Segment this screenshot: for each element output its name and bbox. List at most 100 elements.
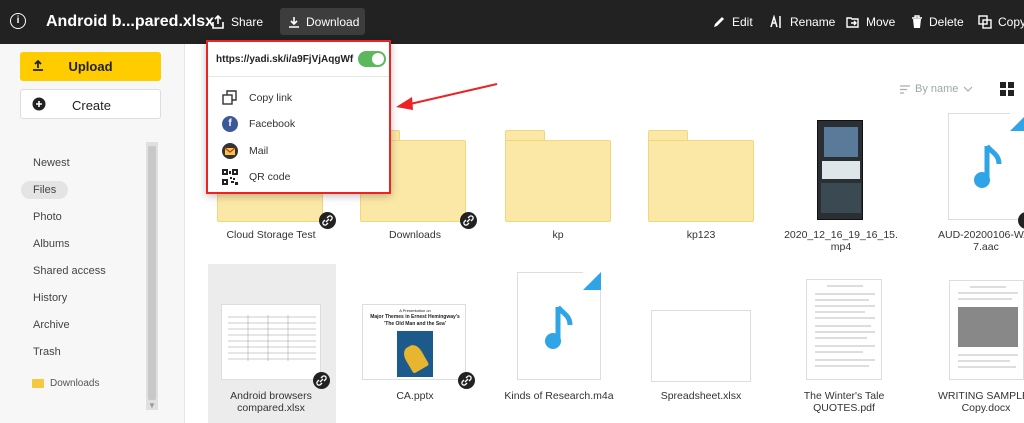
copy-button[interactable]: Copy	[978, 8, 1024, 35]
file-tile[interactable]: kp	[495, 229, 621, 241]
spreadsheet-preview	[228, 315, 316, 361]
sort-icon	[900, 84, 910, 94]
qr-code-icon	[222, 169, 238, 185]
scroll-down-icon[interactable]: ▼	[148, 401, 156, 410]
public-link-toggle[interactable]	[358, 51, 386, 67]
sidebar-item-label: Newest	[33, 157, 70, 169]
trash-icon	[912, 14, 922, 28]
sidebar-item-label: Albums	[33, 238, 70, 250]
file-corner	[583, 272, 601, 290]
file-tile[interactable]: The Winter's Tale QUOTES.pdf	[781, 390, 907, 414]
delete-button[interactable]: Delete	[911, 8, 964, 35]
sidebar: Upload Create Newest Files Photo Albums …	[0, 44, 185, 423]
file-tile[interactable]: 2020_12_16_19_16_15. mp4	[778, 229, 904, 253]
music-note-icon	[545, 305, 573, 349]
sidebar-item-trash[interactable]: Trash	[20, 339, 145, 366]
doc-thumbnail[interactable]	[949, 280, 1024, 380]
pencil-icon	[714, 16, 724, 27]
sidebar-item-label: History	[33, 292, 68, 304]
sidebar-item-label: Photo	[33, 211, 62, 223]
download-button[interactable]: Download	[280, 8, 365, 35]
sidebar-folder-downloads[interactable]: Downloads	[32, 378, 99, 389]
facebook-icon: f	[222, 116, 238, 132]
rename-label: Rename	[790, 14, 836, 29]
audio-thumbnail[interactable]	[948, 113, 1024, 220]
sidebar-item-shared-access[interactable]: Shared access	[20, 258, 145, 285]
pdf-thumbnail[interactable]	[806, 279, 882, 380]
create-button[interactable]: Create	[20, 89, 161, 119]
sidebar-item-label: Shared access	[33, 265, 106, 277]
file-corner	[1010, 113, 1024, 131]
copy-link-icon	[222, 90, 238, 106]
file-tile[interactable]: Kinds of Research.m4a	[496, 390, 622, 402]
grid-view-icon[interactable]	[1000, 82, 1014, 96]
mail-icon	[222, 143, 238, 159]
file-tile[interactable]: Cloud Storage Test	[208, 229, 334, 241]
sort-dropdown[interactable]: By name	[900, 83, 978, 95]
sidebar-item-files[interactable]: Files	[20, 177, 145, 204]
rename-icon	[770, 14, 781, 28]
copy-icon	[978, 14, 992, 29]
sidebar-scrollbar[interactable]	[146, 142, 158, 410]
sidebar-item-archive[interactable]: Archive	[20, 312, 145, 339]
qr-code-option[interactable]: QR code	[222, 169, 290, 185]
audio-thumbnail[interactable]	[517, 272, 601, 380]
share-link-url[interactable]: https://yadi.sk/i/a9FjVjAqgWf	[216, 54, 353, 65]
upload-button[interactable]: Upload	[20, 52, 161, 81]
rename-button[interactable]: Rename	[770, 8, 835, 35]
mail-option[interactable]: Mail	[222, 143, 268, 159]
spreadsheet-thumbnail[interactable]	[221, 304, 321, 380]
file-tile[interactable]: CA.pptx	[352, 390, 478, 402]
link-icon	[460, 212, 477, 229]
share-button[interactable]: Share	[211, 8, 263, 35]
file-name-line2: Copy.docx	[961, 402, 1011, 414]
facebook-option[interactable]: f Facebook	[222, 116, 295, 132]
file-name-line2: QUOTES.pdf	[813, 402, 875, 414]
file-name: Android browsers	[230, 390, 312, 402]
file-tile[interactable]: Downloads	[352, 229, 478, 241]
file-tile[interactable]: kp123	[638, 229, 764, 241]
sidebar-item-history[interactable]: History	[20, 285, 145, 312]
link-icon	[1018, 212, 1024, 229]
link-icon	[319, 212, 336, 229]
video-thumbnail[interactable]	[817, 120, 863, 220]
sort-label: By name	[915, 83, 959, 95]
scrollbar-thumb[interactable]	[148, 146, 156, 400]
sidebar-item-albums[interactable]: Albums	[20, 231, 145, 258]
move-button[interactable]: Move	[846, 8, 895, 35]
folder-thumbnail[interactable]	[505, 140, 611, 222]
file-name: Spreadsheet.xlsx	[660, 390, 742, 402]
preview-line1: A Presentation on	[399, 308, 431, 313]
pdf-preview	[815, 285, 875, 367]
download-label: Download	[306, 14, 360, 29]
move-icon	[846, 16, 859, 28]
folder-icon	[32, 379, 44, 388]
folder-thumbnail[interactable]	[648, 140, 754, 222]
file-tile[interactable]: Spreadsheet.xlsx	[638, 390, 764, 402]
file-name: The Winter's Tale	[803, 390, 885, 402]
file-name-line2: mp4	[830, 241, 852, 253]
file-name: CA.pptx	[396, 390, 434, 402]
spreadsheet-thumbnail[interactable]	[651, 310, 751, 382]
edit-button[interactable]: Edit	[712, 8, 753, 35]
info-icon[interactable]: i	[10, 13, 26, 29]
file-tile[interactable]: WRITING SAMPLES Copy.docx	[938, 390, 1024, 414]
copy-link-option[interactable]: Copy link	[222, 90, 292, 106]
sidebar-folder-label: Downloads	[50, 378, 100, 389]
file-name: Cloud Storage Test	[226, 229, 316, 241]
preview-line2: Major Themes in Ernest Hemingway's	[370, 314, 460, 320]
sidebar-item-photo[interactable]: Photo	[20, 204, 145, 231]
presentation-thumbnail[interactable]: A Presentation on Major Themes in Ernest…	[362, 304, 466, 380]
file-name: Kinds of Research.m4a	[504, 390, 614, 402]
edit-label: Edit	[732, 14, 753, 29]
file-tile[interactable]: AUD-20200106-WA0 7.aac	[938, 229, 1024, 253]
sidebar-item-newest[interactable]: Newest	[20, 150, 145, 177]
file-name: kp	[552, 229, 564, 241]
share-popup: https://yadi.sk/i/a9FjVjAqgWf Copy link …	[206, 40, 391, 194]
file-name: Downloads	[389, 229, 441, 241]
option-label: Copy link	[249, 92, 293, 104]
preview-line3: 'The Old Man and the Sea'	[384, 321, 446, 327]
book-cover-image	[397, 331, 433, 377]
option-label: QR code	[249, 171, 291, 183]
file-tile[interactable]: Android browsers compared.xlsx	[208, 390, 334, 414]
